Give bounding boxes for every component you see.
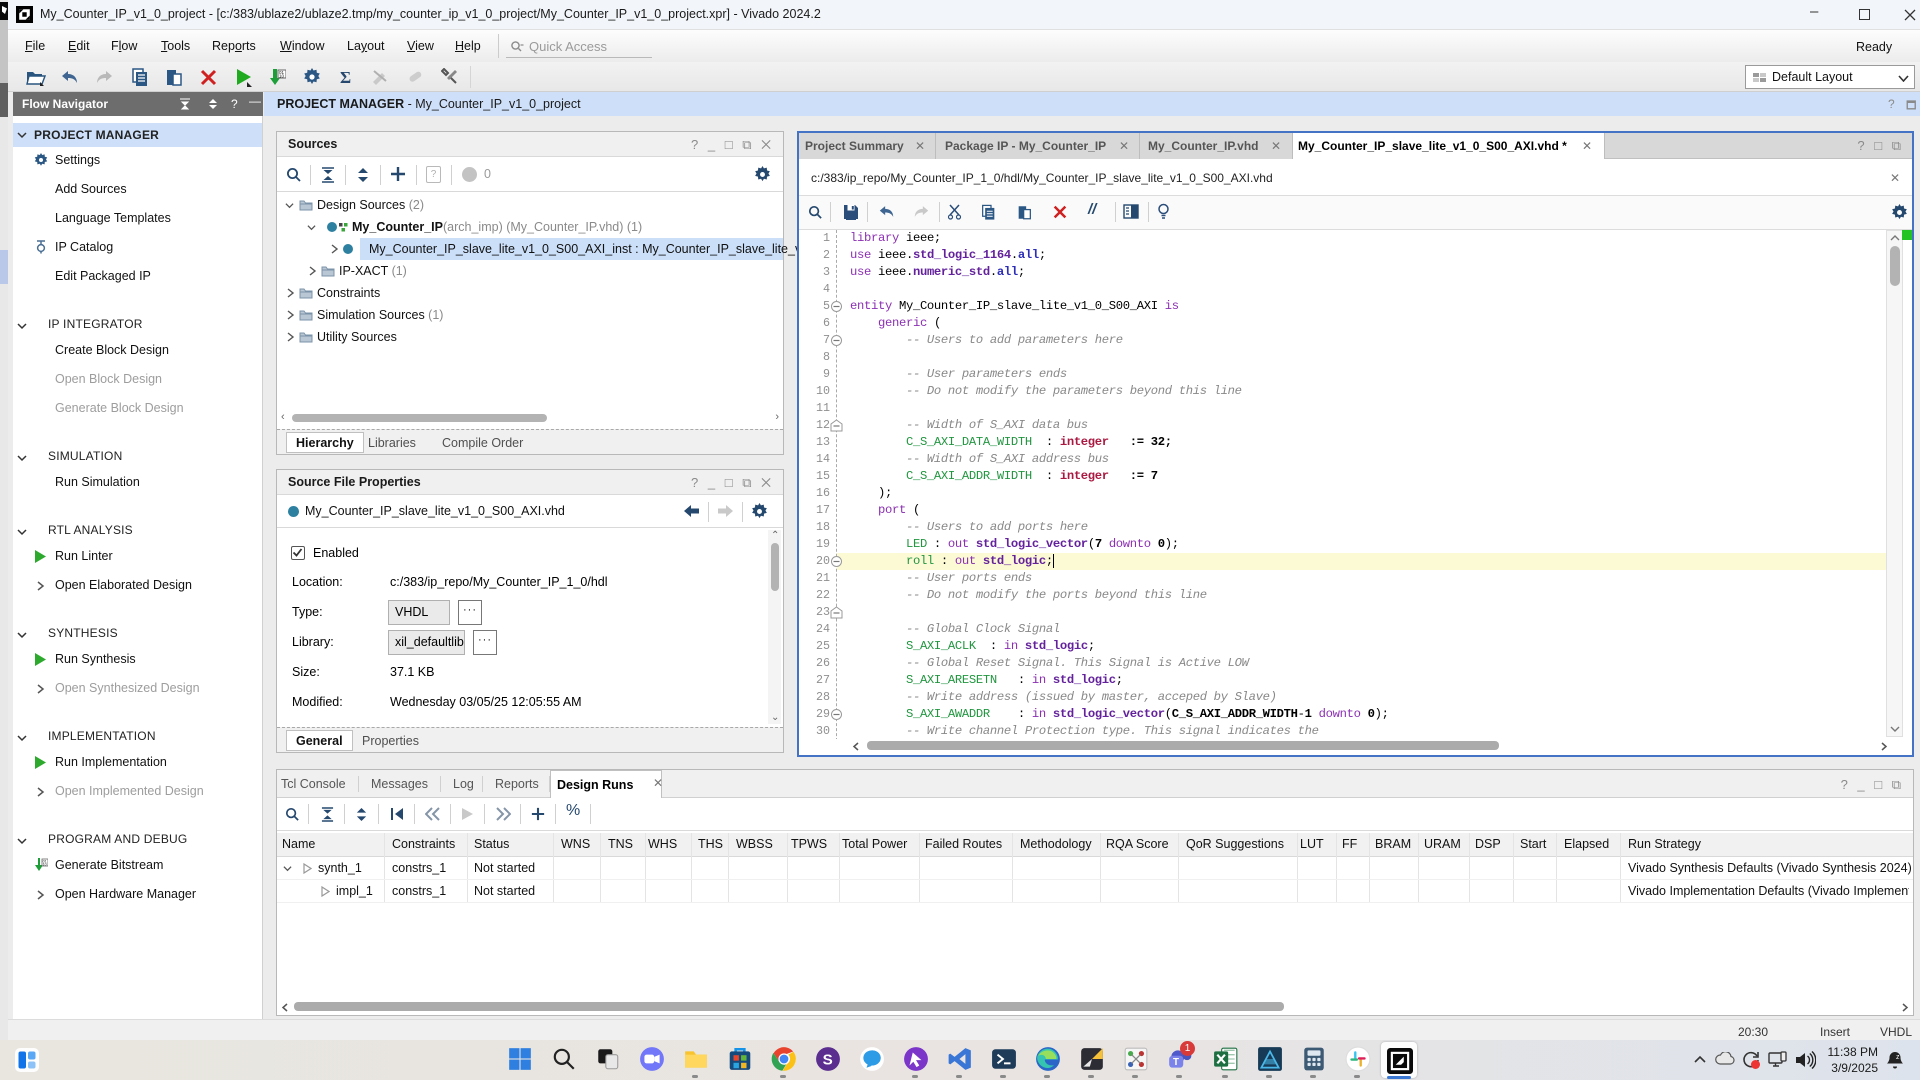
svg-text:10: 10 — [43, 863, 47, 867]
svg-text:T: T — [1173, 1057, 1179, 1068]
svg-text:S: S — [823, 1051, 833, 1068]
svg-text:10: 10 — [279, 74, 285, 79]
svg-text:Σ: Σ — [340, 68, 351, 86]
svg-text:z: z — [1896, 1054, 1900, 1061]
